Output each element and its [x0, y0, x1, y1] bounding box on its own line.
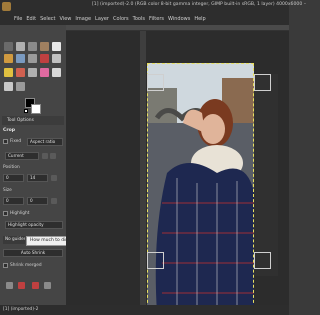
- fuzzy-select-tool-icon[interactable]: [40, 42, 49, 51]
- menu-help[interactable]: Help: [194, 16, 205, 22]
- crop-tool-icon[interactable]: [52, 42, 61, 51]
- paths-tool-icon[interactable]: [28, 54, 37, 63]
- auto-shrink-button[interactable]: Auto Shrink: [3, 249, 63, 257]
- size-unit-icon[interactable]: [51, 198, 57, 204]
- tool-options-tab[interactable]: Tool Options: [2, 116, 64, 125]
- highlight-label: Highlight: [10, 211, 30, 216]
- fixed-checkbox[interactable]: [3, 139, 8, 144]
- size-height-field[interactable]: 0: [27, 197, 48, 205]
- shrink-merged-checkbox[interactable]: [3, 263, 8, 268]
- dodge-burn-tool-icon[interactable]: [16, 82, 25, 91]
- restore-options-icon[interactable]: [18, 282, 25, 289]
- menu-bar: File Edit Select View Image Layer Colors…: [0, 13, 289, 25]
- size-label: Size: [3, 188, 12, 193]
- move-tool-icon[interactable]: [4, 42, 13, 51]
- shrink-merged-label: Shrink merged: [10, 263, 42, 268]
- aspect-ratio-field[interactable]: Current: [5, 152, 39, 160]
- reset-colors-icon[interactable]: [24, 109, 28, 113]
- landscape-icon[interactable]: [50, 153, 56, 159]
- paint-bucket-tool-icon[interactable]: [4, 68, 13, 77]
- guides-select[interactable]: No guides: [3, 236, 25, 244]
- crop-handle-bottom-right[interactable]: [254, 252, 271, 269]
- background-color-swatch[interactable]: [31, 104, 41, 114]
- canvas-dark-region: [254, 74, 278, 276]
- rect-select-tool-icon[interactable]: [16, 42, 25, 51]
- highlight-checkbox[interactable]: [3, 211, 8, 216]
- tool-options-footer: [0, 282, 66, 292]
- menu-colors[interactable]: Colors: [113, 16, 129, 22]
- canvas-image[interactable]: [147, 63, 254, 313]
- color-picker-tool-icon[interactable]: [52, 54, 61, 63]
- photo-illustration: [147, 63, 254, 313]
- smudge-tool-icon[interactable]: [4, 82, 13, 91]
- menu-tools[interactable]: Tools: [133, 16, 145, 22]
- menu-windows[interactable]: Windows: [168, 16, 190, 22]
- tool-options-title: Crop: [3, 128, 16, 133]
- title-bar: [1] (imported)-2.0 (RGB color 8-bit gamm…: [0, 0, 306, 13]
- crop-handle-bottom-left[interactable]: [147, 252, 164, 269]
- toolbox: [0, 25, 62, 93]
- menu-select[interactable]: Select: [40, 16, 55, 22]
- reset-options-icon[interactable]: [44, 282, 51, 289]
- delete-options-icon[interactable]: [32, 282, 39, 289]
- menu-file[interactable]: File: [14, 16, 22, 22]
- text-tool-icon[interactable]: [40, 54, 49, 63]
- clone-tool-icon[interactable]: [52, 68, 61, 77]
- crop-handle-top-left[interactable]: [147, 74, 164, 91]
- tool-options-tab-label: Tool Options: [7, 118, 34, 123]
- position-y-field[interactable]: 14: [27, 174, 48, 182]
- horizontal-ruler: [66, 25, 289, 31]
- eraser-tool-icon[interactable]: [40, 68, 49, 77]
- highlight-opacity-slider[interactable]: Highlight opacity: [5, 221, 63, 229]
- menu-layer[interactable]: Layer: [95, 16, 109, 22]
- save-options-icon[interactable]: [6, 282, 13, 289]
- menu-image[interactable]: Image: [75, 16, 91, 22]
- fixed-label: Fixed: [10, 139, 22, 144]
- menu-filters[interactable]: Filters: [149, 16, 164, 22]
- free-select-tool-icon[interactable]: [28, 42, 37, 51]
- vertical-ruler: [140, 31, 146, 305]
- paintbrush-tool-icon[interactable]: [16, 68, 25, 77]
- warp-tool-icon[interactable]: [16, 54, 25, 63]
- menu-view[interactable]: View: [60, 16, 72, 22]
- status-bar: [1] (imported)-2: [0, 305, 289, 315]
- fixed-mode-select[interactable]: Aspect ratio: [27, 138, 63, 146]
- position-unit-icon[interactable]: [51, 175, 57, 181]
- position-label: Position: [3, 165, 20, 170]
- window-title: [1] (imported)-2.0 (RGB color 8-bit gamm…: [92, 2, 306, 7]
- position-x-field[interactable]: 0: [3, 174, 24, 182]
- pencil-tool-icon[interactable]: [28, 68, 37, 77]
- gimp-logo-icon: [2, 2, 11, 11]
- transform-tool-icon[interactable]: [4, 54, 13, 63]
- crop-handle-top-right[interactable]: [254, 74, 271, 91]
- portrait-icon[interactable]: [42, 153, 48, 159]
- size-width-field[interactable]: 0: [3, 197, 24, 205]
- menu-edit[interactable]: Edit: [26, 16, 36, 22]
